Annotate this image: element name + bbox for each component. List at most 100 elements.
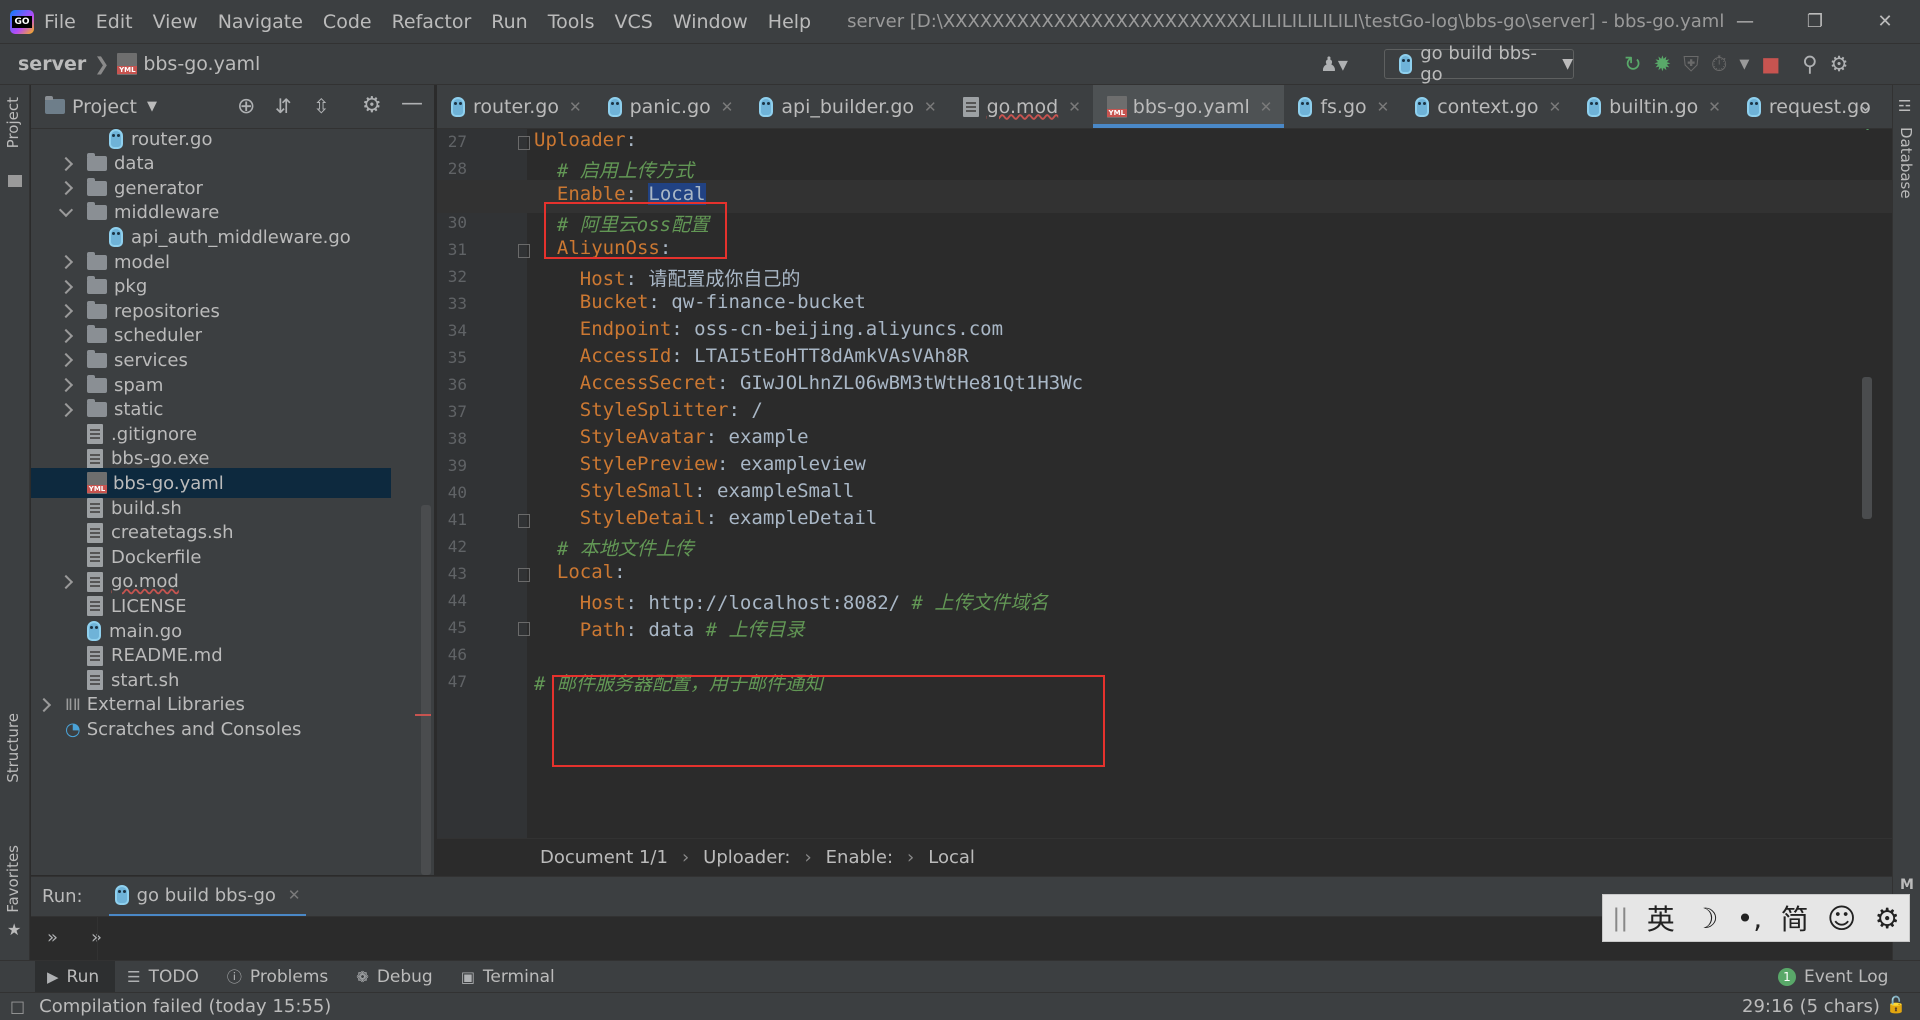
chevron-right-icon[interactable]: » <box>47 927 58 948</box>
cursor-position[interactable]: 29:16 (5 chars) <box>1742 996 1880 1017</box>
menu-help[interactable]: Help <box>768 11 811 33</box>
side-tab-database[interactable]: Database <box>1897 127 1915 199</box>
tab-fs-go[interactable]: fs.go ✕ <box>1284 85 1401 128</box>
tool-tab-run[interactable]: ▶ Run <box>35 960 116 993</box>
menu-code[interactable]: Code <box>323 11 372 33</box>
ime-punctuation-icon[interactable]: •, <box>1737 902 1762 935</box>
chevron-right-icon[interactable] <box>36 697 52 712</box>
chevron-right-icon[interactable] <box>58 254 74 270</box>
close-icon[interactable]: ✕ <box>1068 98 1081 116</box>
close-icon[interactable]: ✕ <box>721 98 734 116</box>
tool-tab-debug[interactable]: ❁ Debug <box>344 961 448 993</box>
close-icon[interactable]: ✕ <box>288 886 301 904</box>
search-icon[interactable]: ⚲ <box>1802 52 1817 76</box>
ime-gear-icon[interactable]: ⚙ <box>1875 902 1900 935</box>
breadcrumb-item[interactable]: Uploader: <box>703 847 790 868</box>
chevron-right-icon[interactable] <box>58 353 74 368</box>
close-icon[interactable]: ✕ <box>1260 98 1273 116</box>
ime-emoji-icon[interactable]: ☺ <box>1827 902 1856 935</box>
settings-gear-icon[interactable]: ⚙ <box>1830 52 1849 76</box>
tab-go-mod[interactable]: go.mod ✕ <box>949 85 1093 128</box>
gear-icon[interactable]: ⚙ <box>362 93 382 118</box>
ime-simplified-chinese[interactable]: 简 <box>1781 898 1809 938</box>
run-config-select[interactable]: go build bbs-go ▼ <box>1384 43 1574 85</box>
toggle-tool-windows-icon[interactable]: □ <box>10 997 25 1016</box>
tab-context-go[interactable]: context.go ✕ <box>1401 85 1573 128</box>
tab-router-go[interactable]: router.go ✕ <box>437 85 594 128</box>
menu-vcs[interactable]: VCS <box>615 11 653 33</box>
menu-window[interactable]: Window <box>673 11 748 33</box>
menu-file[interactable]: File <box>44 11 76 33</box>
tree-scrollbar[interactable] <box>421 505 431 875</box>
chevron-right-icon[interactable] <box>58 304 74 319</box>
ime-drag-handle[interactable]: || <box>1612 904 1628 932</box>
project-panel-title[interactable]: Project <box>72 96 137 118</box>
tree-item-scratches-and-consoles[interactable]: ◔ Scratches and Consoles <box>31 714 391 744</box>
tab-builtin-go[interactable]: builtin.go ✕ <box>1573 85 1733 128</box>
close-icon[interactable]: ✕ <box>569 98 582 116</box>
tab-bbs-go-yaml[interactable]: bbs-go.yaml ✕ <box>1092 85 1285 128</box>
chevron-right-icon[interactable] <box>58 402 74 417</box>
debug-icon[interactable]: ✹ <box>1654 52 1672 76</box>
fold-marker-icon[interactable] <box>518 622 530 636</box>
tool-tab-terminal[interactable]: ▣ Terminal <box>449 961 571 993</box>
side-tab-structure[interactable]: Structure <box>4 713 22 783</box>
tabs-overflow-icon[interactable]: ⌄ <box>1858 95 1873 116</box>
close-icon[interactable]: ✕ <box>1708 98 1721 116</box>
minimize-button[interactable]: — <box>1710 0 1780 43</box>
tool-tab-problems[interactable]: ⓘ Problems <box>215 961 344 993</box>
breadcrumb-item[interactable]: Enable: <box>826 847 893 868</box>
collapse-all-icon[interactable]: ⇳ <box>313 94 330 118</box>
close-icon[interactable]: ✕ <box>924 98 937 116</box>
close-icon[interactable]: ✕ <box>1377 98 1390 116</box>
chevron-right-icon[interactable] <box>58 279 74 294</box>
editor-scrollbar[interactable] <box>1862 377 1872 519</box>
close-button[interactable]: ✕ <box>1850 0 1920 43</box>
breadcrumb-item[interactable]: Local <box>928 847 975 868</box>
stop-icon[interactable]: ■ <box>1761 52 1780 76</box>
expand-all-icon[interactable]: ⇵ <box>275 94 292 118</box>
coverage-icon[interactable]: ⛨ <box>1683 52 1699 77</box>
menu-navigate[interactable]: Navigate <box>218 11 303 33</box>
fold-marker-icon[interactable] <box>518 244 530 258</box>
hide-panel-icon[interactable]: — <box>401 91 423 116</box>
tool-tab-todo[interactable]: ☰ TODO <box>115 961 215 993</box>
fold-marker-icon[interactable] <box>518 514 530 528</box>
ime-moon-icon[interactable]: ☽ <box>1693 902 1718 935</box>
profile-icon[interactable]: ⏱ <box>1711 52 1727 77</box>
nav-file[interactable]: bbs-go.yaml <box>117 53 260 75</box>
chevron-right-icon[interactable] <box>58 377 74 393</box>
user-icon[interactable]: ♟▾ <box>1320 52 1348 76</box>
run-tab[interactable]: go build bbs-go ✕ <box>108 877 307 917</box>
code-editor[interactable]: 2627282930313233343536373839404142434445… <box>437 129 1892 838</box>
chevron-right-icon[interactable] <box>58 574 74 589</box>
menu-tools[interactable]: Tools <box>548 11 595 33</box>
restore-button[interactable]: ❐ <box>1780 0 1850 43</box>
side-tab-favorites[interactable]: Favorites <box>4 845 22 913</box>
close-icon[interactable]: ✕ <box>1549 98 1562 116</box>
more-dropdown-icon[interactable]: ▼ <box>1739 57 1749 72</box>
fold-marker-icon[interactable] <box>518 568 530 582</box>
chevron-right-icon[interactable] <box>58 328 74 343</box>
rerun-icon[interactable]: ↻ <box>1624 52 1642 76</box>
ime-lang-english[interactable]: 英 <box>1647 898 1675 938</box>
chevron-right-icon[interactable] <box>58 156 74 171</box>
menu-run[interactable]: Run <box>491 11 527 33</box>
chevron-down-icon[interactable] <box>58 202 74 217</box>
tab-api-builder-go[interactable]: api_builder.go ✕ <box>745 85 948 128</box>
lock-icon[interactable]: 🔓 <box>1886 995 1906 1014</box>
event-log-tab[interactable]: 1 Event Log <box>1766 961 1904 993</box>
tab-panic-go[interactable]: panic.go ✕ <box>594 85 746 128</box>
breadcrumb-item[interactable]: Document 1/1 <box>540 847 668 868</box>
tree-item-label: Scratches and Consoles <box>86 718 302 740</box>
side-tab-project[interactable]: Project <box>4 97 22 148</box>
status-message[interactable]: Compilation failed (today 15:55) <box>39 996 331 1017</box>
chevron-right-icon[interactable] <box>58 181 74 196</box>
menu-edit[interactable]: Edit <box>96 11 133 33</box>
nav-project[interactable]: server <box>18 53 86 75</box>
menu-view[interactable]: View <box>153 11 198 33</box>
locate-icon[interactable]: ⊕ <box>237 94 255 119</box>
chevron-down-icon[interactable]: ▼ <box>147 99 157 114</box>
menu-refactor[interactable]: Refactor <box>392 11 472 33</box>
fold-marker-icon[interactable] <box>518 136 530 150</box>
